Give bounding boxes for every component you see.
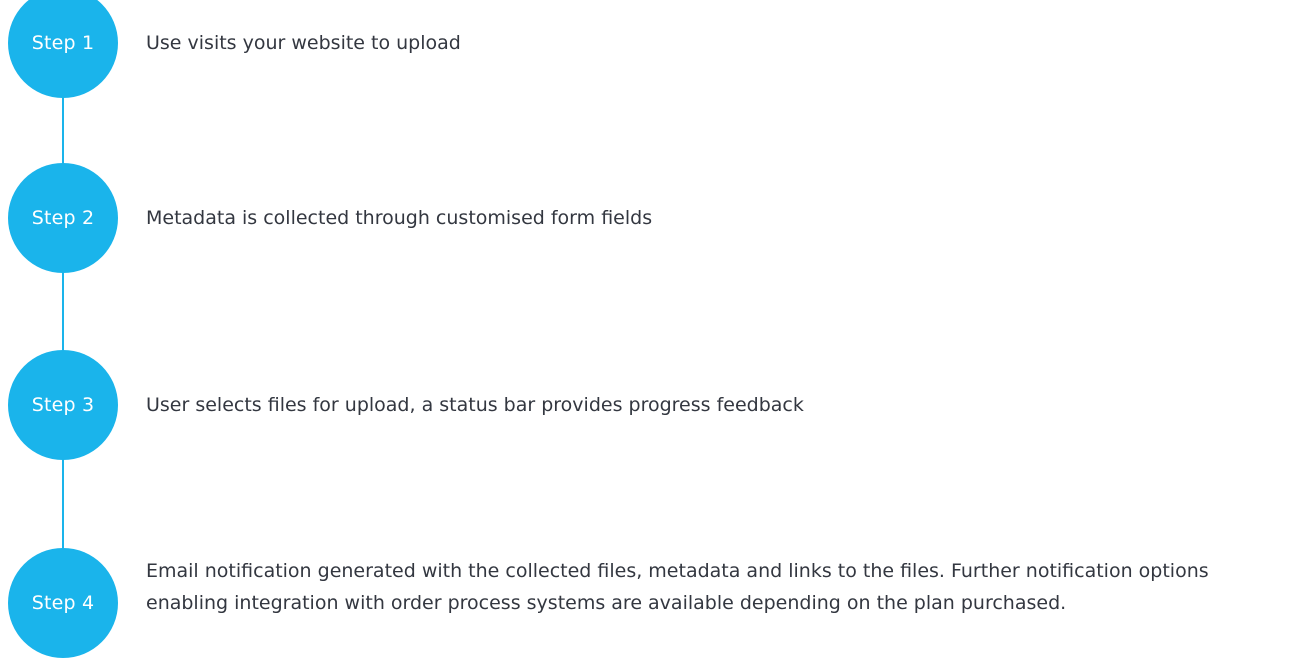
- step-1: Step 1 Use visits your website to upload: [8, 0, 1278, 98]
- step-4-badge: Step 4: [8, 548, 118, 658]
- step-2: Step 2 Metadata is collected through cus…: [8, 163, 1278, 273]
- step-3: Step 3 User selects files for upload, a …: [8, 350, 1278, 460]
- steps-timeline: Step 1 Use visits your website to upload…: [0, 0, 1292, 665]
- step-4: Step 4 Email notification generated with…: [8, 548, 1278, 658]
- step-3-badge: Step 3: [8, 350, 118, 460]
- step-3-description: User selects files for upload, a status …: [146, 394, 804, 416]
- step-2-description: Metadata is collected through customised…: [146, 207, 653, 229]
- step-1-description: Use visits your website to upload: [146, 32, 461, 54]
- step-2-badge: Step 2: [8, 163, 118, 273]
- timeline-connector-line: [62, 60, 64, 620]
- step-4-description: Email notification generated with the co…: [146, 560, 1209, 614]
- step-1-badge: Step 1: [8, 0, 118, 98]
